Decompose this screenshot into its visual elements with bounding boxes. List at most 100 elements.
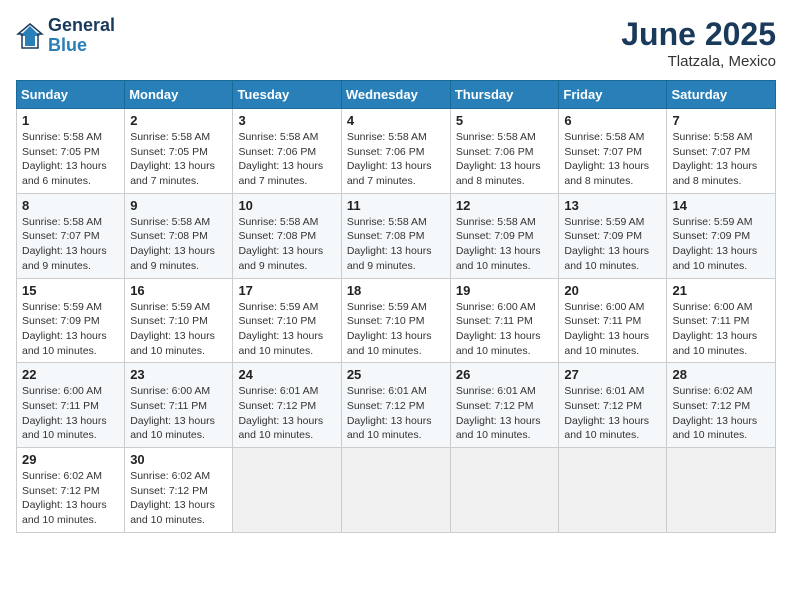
header-wednesday: Wednesday — [341, 81, 450, 109]
day-info: Sunrise: 6:01 AMSunset: 7:12 PMDaylight:… — [238, 384, 335, 443]
calendar-cell: 26 Sunrise: 6:01 AMSunset: 7:12 PMDaylig… — [450, 363, 559, 448]
day-number: 2 — [130, 113, 227, 128]
calendar-cell: 23 Sunrise: 6:00 AMSunset: 7:11 PMDaylig… — [125, 363, 233, 448]
calendar-cell: 22 Sunrise: 6:00 AMSunset: 7:11 PMDaylig… — [17, 363, 125, 448]
day-info: Sunrise: 5:58 AMSunset: 7:08 PMDaylight:… — [130, 215, 227, 274]
calendar-cell: 25 Sunrise: 6:01 AMSunset: 7:12 PMDaylig… — [341, 363, 450, 448]
day-info: Sunrise: 5:59 AMSunset: 7:09 PMDaylight:… — [672, 215, 770, 274]
day-info: Sunrise: 6:02 AMSunset: 7:12 PMDaylight:… — [22, 469, 119, 528]
header-monday: Monday — [125, 81, 233, 109]
day-number: 25 — [347, 367, 445, 382]
day-number: 29 — [22, 452, 119, 467]
day-number: 23 — [130, 367, 227, 382]
calendar-cell: 18 Sunrise: 5:59 AMSunset: 7:10 PMDaylig… — [341, 278, 450, 363]
day-info: Sunrise: 6:00 AMSunset: 7:11 PMDaylight:… — [672, 300, 770, 359]
calendar-week-row: 8 Sunrise: 5:58 AMSunset: 7:07 PMDayligh… — [17, 193, 776, 278]
day-number: 24 — [238, 367, 335, 382]
calendar-cell: 16 Sunrise: 5:59 AMSunset: 7:10 PMDaylig… — [125, 278, 233, 363]
month-title: June 2025 — [621, 16, 776, 53]
calendar-cell: 19 Sunrise: 6:00 AMSunset: 7:11 PMDaylig… — [450, 278, 559, 363]
calendar-cell: 4 Sunrise: 5:58 AMSunset: 7:06 PMDayligh… — [341, 109, 450, 194]
weekday-header-row: Sunday Monday Tuesday Wednesday Thursday… — [17, 81, 776, 109]
logo-line2: Blue — [48, 36, 115, 56]
calendar-cell: 29 Sunrise: 6:02 AMSunset: 7:12 PMDaylig… — [17, 448, 125, 533]
day-number: 8 — [22, 198, 119, 213]
day-number: 4 — [347, 113, 445, 128]
day-info: Sunrise: 6:00 AMSunset: 7:11 PMDaylight:… — [564, 300, 661, 359]
day-number: 1 — [22, 113, 119, 128]
day-info: Sunrise: 6:00 AMSunset: 7:11 PMDaylight:… — [130, 384, 227, 443]
day-number: 13 — [564, 198, 661, 213]
day-info: Sunrise: 5:58 AMSunset: 7:07 PMDaylight:… — [564, 130, 661, 189]
day-number: 9 — [130, 198, 227, 213]
calendar-cell: 3 Sunrise: 5:58 AMSunset: 7:06 PMDayligh… — [233, 109, 341, 194]
calendar-cell: 12 Sunrise: 5:58 AMSunset: 7:09 PMDaylig… — [450, 193, 559, 278]
calendar-cell: 14 Sunrise: 5:59 AMSunset: 7:09 PMDaylig… — [667, 193, 776, 278]
calendar-cell — [341, 448, 450, 533]
day-info: Sunrise: 5:59 AMSunset: 7:10 PMDaylight:… — [130, 300, 227, 359]
calendar-cell: 6 Sunrise: 5:58 AMSunset: 7:07 PMDayligh… — [559, 109, 667, 194]
day-number: 15 — [22, 283, 119, 298]
calendar-week-row: 22 Sunrise: 6:00 AMSunset: 7:11 PMDaylig… — [17, 363, 776, 448]
day-info: Sunrise: 5:59 AMSunset: 7:09 PMDaylight:… — [564, 215, 661, 274]
day-number: 7 — [672, 113, 770, 128]
day-number: 19 — [456, 283, 554, 298]
calendar-cell: 27 Sunrise: 6:01 AMSunset: 7:12 PMDaylig… — [559, 363, 667, 448]
day-info: Sunrise: 6:02 AMSunset: 7:12 PMDaylight:… — [672, 384, 770, 443]
header-thursday: Thursday — [450, 81, 559, 109]
calendar-week-row: 1 Sunrise: 5:58 AMSunset: 7:05 PMDayligh… — [17, 109, 776, 194]
calendar-cell: 17 Sunrise: 5:59 AMSunset: 7:10 PMDaylig… — [233, 278, 341, 363]
day-number: 11 — [347, 198, 445, 213]
header-tuesday: Tuesday — [233, 81, 341, 109]
day-info: Sunrise: 5:58 AMSunset: 7:06 PMDaylight:… — [347, 130, 445, 189]
day-info: Sunrise: 6:01 AMSunset: 7:12 PMDaylight:… — [347, 384, 445, 443]
day-info: Sunrise: 5:58 AMSunset: 7:08 PMDaylight:… — [238, 215, 335, 274]
day-number: 10 — [238, 198, 335, 213]
calendar-cell: 8 Sunrise: 5:58 AMSunset: 7:07 PMDayligh… — [17, 193, 125, 278]
day-number: 27 — [564, 367, 661, 382]
calendar-cell: 5 Sunrise: 5:58 AMSunset: 7:06 PMDayligh… — [450, 109, 559, 194]
day-info: Sunrise: 5:58 AMSunset: 7:09 PMDaylight:… — [456, 215, 554, 274]
day-info: Sunrise: 6:00 AMSunset: 7:11 PMDaylight:… — [456, 300, 554, 359]
header-friday: Friday — [559, 81, 667, 109]
calendar-cell: 7 Sunrise: 5:58 AMSunset: 7:07 PMDayligh… — [667, 109, 776, 194]
day-info: Sunrise: 6:02 AMSunset: 7:12 PMDaylight:… — [130, 469, 227, 528]
logo-line1: General — [48, 16, 115, 36]
day-info: Sunrise: 5:58 AMSunset: 7:07 PMDaylight:… — [22, 215, 119, 274]
calendar-cell — [667, 448, 776, 533]
day-number: 6 — [564, 113, 661, 128]
header-sunday: Sunday — [17, 81, 125, 109]
calendar-cell: 13 Sunrise: 5:59 AMSunset: 7:09 PMDaylig… — [559, 193, 667, 278]
calendar-cell: 21 Sunrise: 6:00 AMSunset: 7:11 PMDaylig… — [667, 278, 776, 363]
day-number: 21 — [672, 283, 770, 298]
logo: General Blue — [16, 16, 115, 56]
day-number: 3 — [238, 113, 335, 128]
day-number: 12 — [456, 198, 554, 213]
calendar-cell: 28 Sunrise: 6:02 AMSunset: 7:12 PMDaylig… — [667, 363, 776, 448]
calendar-cell: 11 Sunrise: 5:58 AMSunset: 7:08 PMDaylig… — [341, 193, 450, 278]
calendar-cell: 20 Sunrise: 6:00 AMSunset: 7:11 PMDaylig… — [559, 278, 667, 363]
day-info: Sunrise: 5:58 AMSunset: 7:07 PMDaylight:… — [672, 130, 770, 189]
day-info: Sunrise: 5:59 AMSunset: 7:09 PMDaylight:… — [22, 300, 119, 359]
calendar-cell: 9 Sunrise: 5:58 AMSunset: 7:08 PMDayligh… — [125, 193, 233, 278]
day-info: Sunrise: 5:58 AMSunset: 7:08 PMDaylight:… — [347, 215, 445, 274]
day-info: Sunrise: 5:58 AMSunset: 7:05 PMDaylight:… — [130, 130, 227, 189]
calendar-cell: 24 Sunrise: 6:01 AMSunset: 7:12 PMDaylig… — [233, 363, 341, 448]
calendar-week-row: 15 Sunrise: 5:59 AMSunset: 7:09 PMDaylig… — [17, 278, 776, 363]
day-info: Sunrise: 6:01 AMSunset: 7:12 PMDaylight:… — [456, 384, 554, 443]
title-block: June 2025 Tlatzala, Mexico — [621, 16, 776, 70]
header-saturday: Saturday — [667, 81, 776, 109]
calendar-cell — [233, 448, 341, 533]
day-number: 30 — [130, 452, 227, 467]
day-number: 17 — [238, 283, 335, 298]
day-info: Sunrise: 5:58 AMSunset: 7:05 PMDaylight:… — [22, 130, 119, 189]
day-info: Sunrise: 5:58 AMSunset: 7:06 PMDaylight:… — [456, 130, 554, 189]
day-number: 22 — [22, 367, 119, 382]
calendar-cell: 15 Sunrise: 5:59 AMSunset: 7:09 PMDaylig… — [17, 278, 125, 363]
logo-icon — [16, 22, 44, 50]
day-number: 14 — [672, 198, 770, 213]
calendar-cell: 2 Sunrise: 5:58 AMSunset: 7:05 PMDayligh… — [125, 109, 233, 194]
day-info: Sunrise: 5:59 AMSunset: 7:10 PMDaylight:… — [347, 300, 445, 359]
calendar-week-row: 29 Sunrise: 6:02 AMSunset: 7:12 PMDaylig… — [17, 448, 776, 533]
day-number: 28 — [672, 367, 770, 382]
